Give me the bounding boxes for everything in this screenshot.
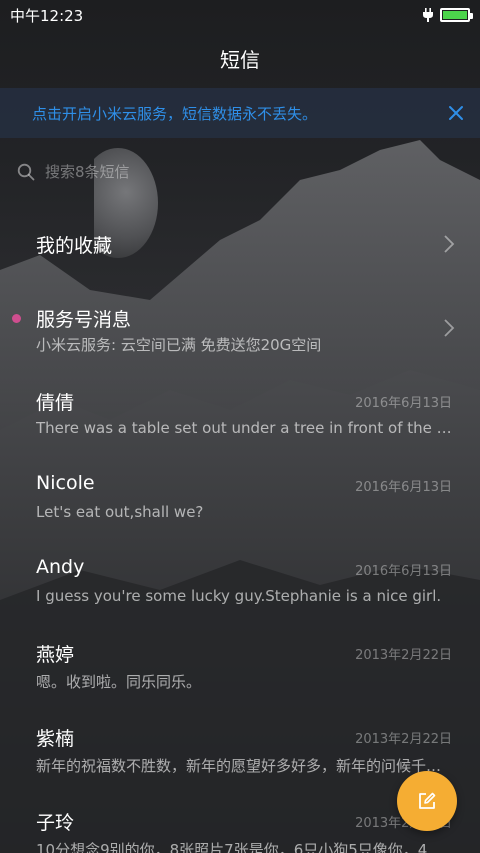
contact-name: Andy <box>36 556 85 578</box>
message-date: 2016年6月13日 <box>355 480 452 495</box>
message-preview: There was a table set out under a tree i… <box>36 419 452 437</box>
search-icon <box>17 163 35 181</box>
banner-text[interactable]: 点击开启小米云服务，短信数据永不丢失。 <box>32 103 444 124</box>
favorites-label: 我的收藏 <box>36 235 113 257</box>
search-bar[interactable] <box>17 157 463 187</box>
message-preview: 10分想念9别的你，8张照片7张是你，6只小狗5只像你，4… <box>36 841 443 853</box>
close-icon[interactable] <box>444 101 468 125</box>
contact-name: 紫楠 <box>36 728 75 750</box>
conversation-row[interactable]: 紫楠 2013年2月22日 新年的祝福数不胜数，新年的愿望好多好多，新年的问候千… <box>0 704 480 788</box>
conversation-row[interactable]: 燕婷 2013年2月22日 嗯。收到啦。同乐同乐。 <box>0 620 480 704</box>
status-time: 中午12:23 <box>10 6 84 25</box>
chevron-right-icon <box>444 235 455 253</box>
conversation-list: 我的收藏 服务号消息 小米云服务: 云空间已满 免费送您20G空间 倩倩 201… <box>0 200 480 853</box>
unread-dot <box>12 314 21 323</box>
contact-name: 子玲 <box>36 812 75 834</box>
message-preview: I guess you're some lucky guy.Stephanie … <box>36 587 442 605</box>
contact-name: Nicole <box>36 472 95 494</box>
message-preview: 嗯。收到啦。同乐同乐。 <box>36 673 202 691</box>
contact-name: 倩倩 <box>36 392 75 414</box>
message-date: 2013年2月22日 <box>355 648 452 663</box>
favorites-row[interactable]: 我的收藏 <box>0 200 480 284</box>
service-preview: 小米云服务: 云空间已满 免费送您20G空间 <box>36 336 322 354</box>
chevron-right-icon <box>444 319 455 337</box>
message-preview: Let's eat out,shall we? <box>36 503 204 521</box>
status-icons <box>422 8 473 22</box>
conversation-row[interactable]: Andy 2016年6月13日 I guess you're some luck… <box>0 536 480 620</box>
message-preview: 新年的祝福数不胜数，新年的愿望好多好多，新年的问候千言万语 <box>36 757 452 775</box>
service-name: 服务号消息 <box>36 309 132 331</box>
search-input[interactable] <box>45 163 463 181</box>
compose-icon <box>419 792 436 809</box>
page-title: 短信 <box>220 47 260 72</box>
cloud-service-banner[interactable]: 点击开启小米云服务，短信数据永不丢失。 <box>0 88 480 138</box>
status-bar: 中午12:23 <box>0 0 480 30</box>
message-date: 2013年2月22日 <box>355 732 452 747</box>
message-date: 2016年6月13日 <box>355 396 452 411</box>
conversation-row[interactable]: 倩倩 2016年6月13日 There was a table set out … <box>0 368 480 452</box>
conversation-row[interactable]: Nicole 2016年6月13日 Let's eat out,shall we… <box>0 452 480 536</box>
contact-name: 燕婷 <box>36 644 75 666</box>
compose-button[interactable] <box>397 771 457 831</box>
service-messages-row[interactable]: 服务号消息 小米云服务: 云空间已满 免费送您20G空间 <box>0 284 480 368</box>
message-date: 2016年6月13日 <box>355 564 452 579</box>
battery-icon <box>440 8 473 22</box>
charging-plug-icon <box>423 8 433 22</box>
